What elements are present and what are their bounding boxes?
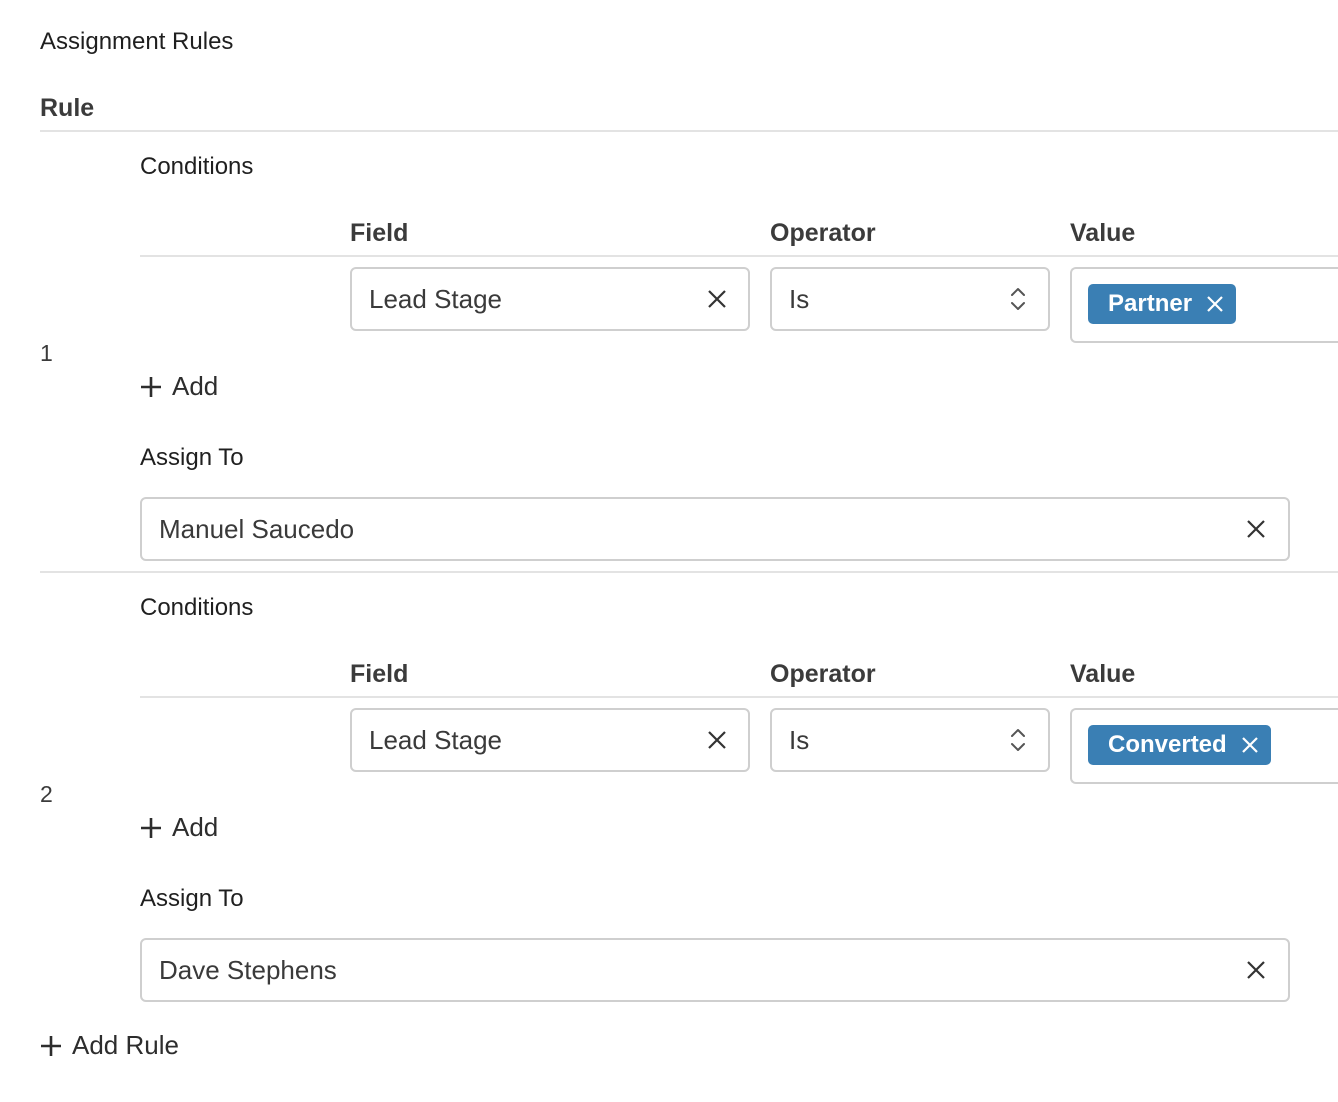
- close-icon[interactable]: [1245, 940, 1267, 1000]
- assignee-select[interactable]: Manuel Saucedo: [140, 497, 1290, 561]
- value-tag-label: Partner: [1108, 290, 1193, 317]
- add-condition-button[interactable]: Add: [140, 812, 218, 843]
- field-select[interactable]: Lead Stage: [350, 267, 750, 331]
- field-select[interactable]: Lead Stage: [350, 708, 750, 772]
- value-tag-label: Converted: [1108, 731, 1227, 758]
- assign-to-label: Assign To: [140, 885, 244, 912]
- page-title: Assignment Rules: [40, 28, 234, 55]
- field-column-header: Field: [350, 219, 409, 247]
- value-multiselect[interactable]: Converted: [1070, 708, 1338, 784]
- operator-column-header: Operator: [770, 219, 876, 247]
- conditions-label: Conditions: [140, 153, 254, 180]
- field-column-header: Field: [350, 660, 409, 688]
- field-select-value: Lead Stage: [369, 724, 503, 755]
- add-condition-button[interactable]: Add: [140, 371, 218, 402]
- value-tag: Converted: [1088, 725, 1271, 765]
- rule-number: 2: [40, 781, 53, 807]
- chevron-up-down-icon: [1010, 269, 1026, 329]
- value-multiselect[interactable]: Partner: [1070, 267, 1338, 343]
- operator-column-header: Operator: [770, 660, 876, 688]
- rule-number: 1: [40, 340, 53, 366]
- close-icon[interactable]: [1245, 499, 1267, 559]
- add-condition-label: Add: [172, 371, 219, 401]
- value-column-header: Value: [1070, 219, 1136, 247]
- value-tag: Partner: [1088, 284, 1237, 324]
- operator-select-value: Is: [789, 724, 810, 755]
- header-divider: [40, 130, 1338, 132]
- plus-icon: [140, 376, 162, 398]
- conditions-divider: [140, 255, 1338, 257]
- operator-select[interactable]: Is: [770, 708, 1050, 772]
- chevron-up-down-icon: [1010, 710, 1026, 770]
- operator-select-value: Is: [789, 283, 810, 314]
- rule-column-header: Rule: [40, 94, 95, 122]
- assignee-select-value: Dave Stephens: [159, 954, 337, 985]
- add-rule-label: Add Rule: [72, 1030, 179, 1060]
- close-icon[interactable]: [706, 710, 728, 770]
- plus-icon: [40, 1035, 62, 1057]
- value-column-header: Value: [1070, 660, 1136, 688]
- close-icon[interactable]: [1206, 295, 1224, 313]
- assign-to-label: Assign To: [140, 444, 244, 471]
- operator-select[interactable]: Is: [770, 267, 1050, 331]
- assignee-select[interactable]: Dave Stephens: [140, 938, 1290, 1002]
- rule-divider: [40, 571, 1338, 573]
- add-rule-button[interactable]: Add Rule: [40, 1030, 179, 1061]
- assignee-select-value: Manuel Saucedo: [159, 513, 355, 544]
- add-condition-label: Add: [172, 812, 219, 842]
- field-select-value: Lead Stage: [369, 283, 503, 314]
- plus-icon: [140, 817, 162, 839]
- close-icon[interactable]: [706, 269, 728, 329]
- conditions-divider: [140, 696, 1338, 698]
- conditions-label: Conditions: [140, 594, 254, 621]
- close-icon[interactable]: [1241, 736, 1259, 754]
